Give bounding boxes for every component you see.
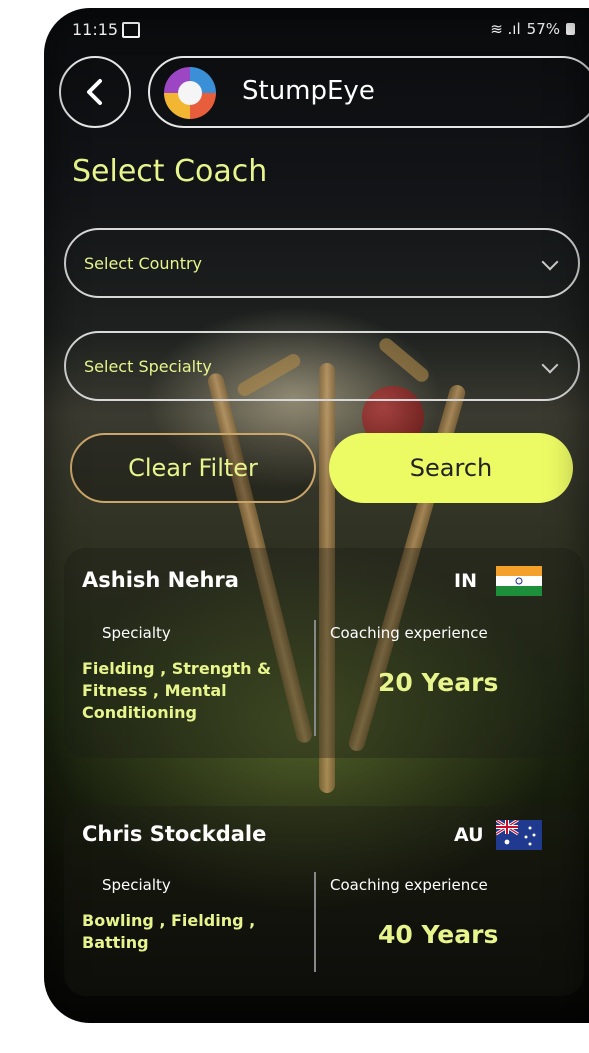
wifi-signal-icon: ≋ .ıl xyxy=(490,20,521,38)
coach-specialty: Fielding , Strength & Fitness , Mental C… xyxy=(82,659,272,722)
country-select-placeholder: Select Country xyxy=(84,254,203,273)
specialty-label: Specialty xyxy=(102,876,171,894)
coach-country: IN xyxy=(454,570,477,592)
divider xyxy=(314,872,316,972)
battery-icon xyxy=(566,23,575,35)
app-screen: 11:15 ≋ .ıl 57% StumpEye Select Coach Se… xyxy=(44,8,589,1023)
app-name: StumpEye xyxy=(242,76,375,106)
experience-label: Coaching experience xyxy=(330,876,488,894)
coach-experience: 40 Years xyxy=(378,920,499,949)
back-button[interactable] xyxy=(59,56,131,128)
coach-country: AU xyxy=(454,824,484,846)
status-bar: 11:15 ≋ .ıl 57% xyxy=(44,8,589,50)
status-right: ≋ .ıl 57% xyxy=(490,20,575,38)
coach-name: Chris Stockdale xyxy=(82,822,267,846)
status-time: 11:15 xyxy=(72,20,119,39)
search-button[interactable]: Search xyxy=(329,433,573,503)
chevron-down-icon xyxy=(541,253,559,271)
battery-level: 57% xyxy=(526,20,560,38)
coach-name: Ashish Nehra xyxy=(82,568,239,592)
clear-filter-button[interactable]: Clear Filter xyxy=(70,433,316,503)
coach-specialty: Bowling , Fielding , Batting xyxy=(82,911,256,952)
specialty-select-placeholder: Select Specialty xyxy=(84,357,212,376)
specialty-select[interactable]: Select Specialty xyxy=(64,331,580,401)
australia-flag-icon xyxy=(496,820,542,850)
app-logo xyxy=(164,67,216,119)
app-header: StumpEye xyxy=(148,56,589,128)
divider xyxy=(314,620,316,736)
country-select[interactable]: Select Country xyxy=(64,228,580,298)
experience-label: Coaching experience xyxy=(330,624,488,642)
india-flag-icon xyxy=(496,566,542,596)
page-title: Select Coach xyxy=(72,154,268,189)
chevron-left-icon xyxy=(87,79,102,105)
notification-icon xyxy=(122,22,140,38)
specialty-label: Specialty xyxy=(102,624,171,642)
chevron-down-icon xyxy=(541,356,559,374)
coach-experience: 20 Years xyxy=(378,668,499,697)
